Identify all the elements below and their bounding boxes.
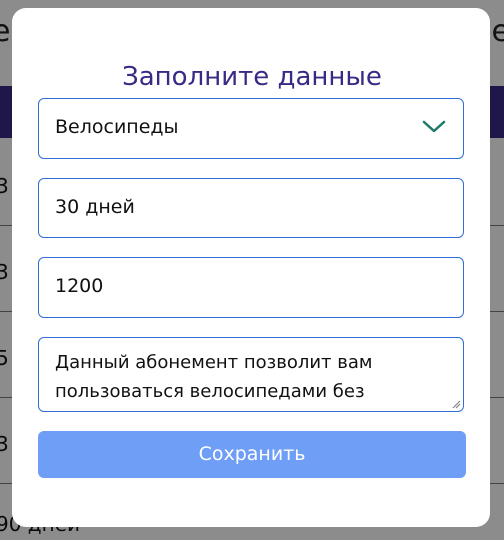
description-textarea-value: Данный абонемент позволит вам пользовать…	[55, 352, 373, 402]
price-input[interactable]: 1200	[38, 257, 464, 318]
modal-title: Заполните данные	[122, 62, 382, 92]
duration-input[interactable]: 30 дней	[38, 178, 464, 238]
save-button[interactable]: Сохранить	[38, 431, 466, 478]
chevron-down-icon	[422, 120, 446, 133]
category-select[interactable]: Велосипеды	[38, 98, 464, 159]
description-textarea[interactable]: Данный абонемент позволит вам пользовать…	[38, 337, 464, 412]
modal-dialog: Заполните данные Велосипеды 30 дней 1200…	[12, 8, 490, 527]
resize-grip-icon[interactable]	[452, 400, 461, 409]
price-input-value: 1200	[55, 275, 104, 297]
category-select-value: Велосипеды	[55, 116, 179, 138]
duration-input-value: 30 дней	[55, 196, 135, 218]
